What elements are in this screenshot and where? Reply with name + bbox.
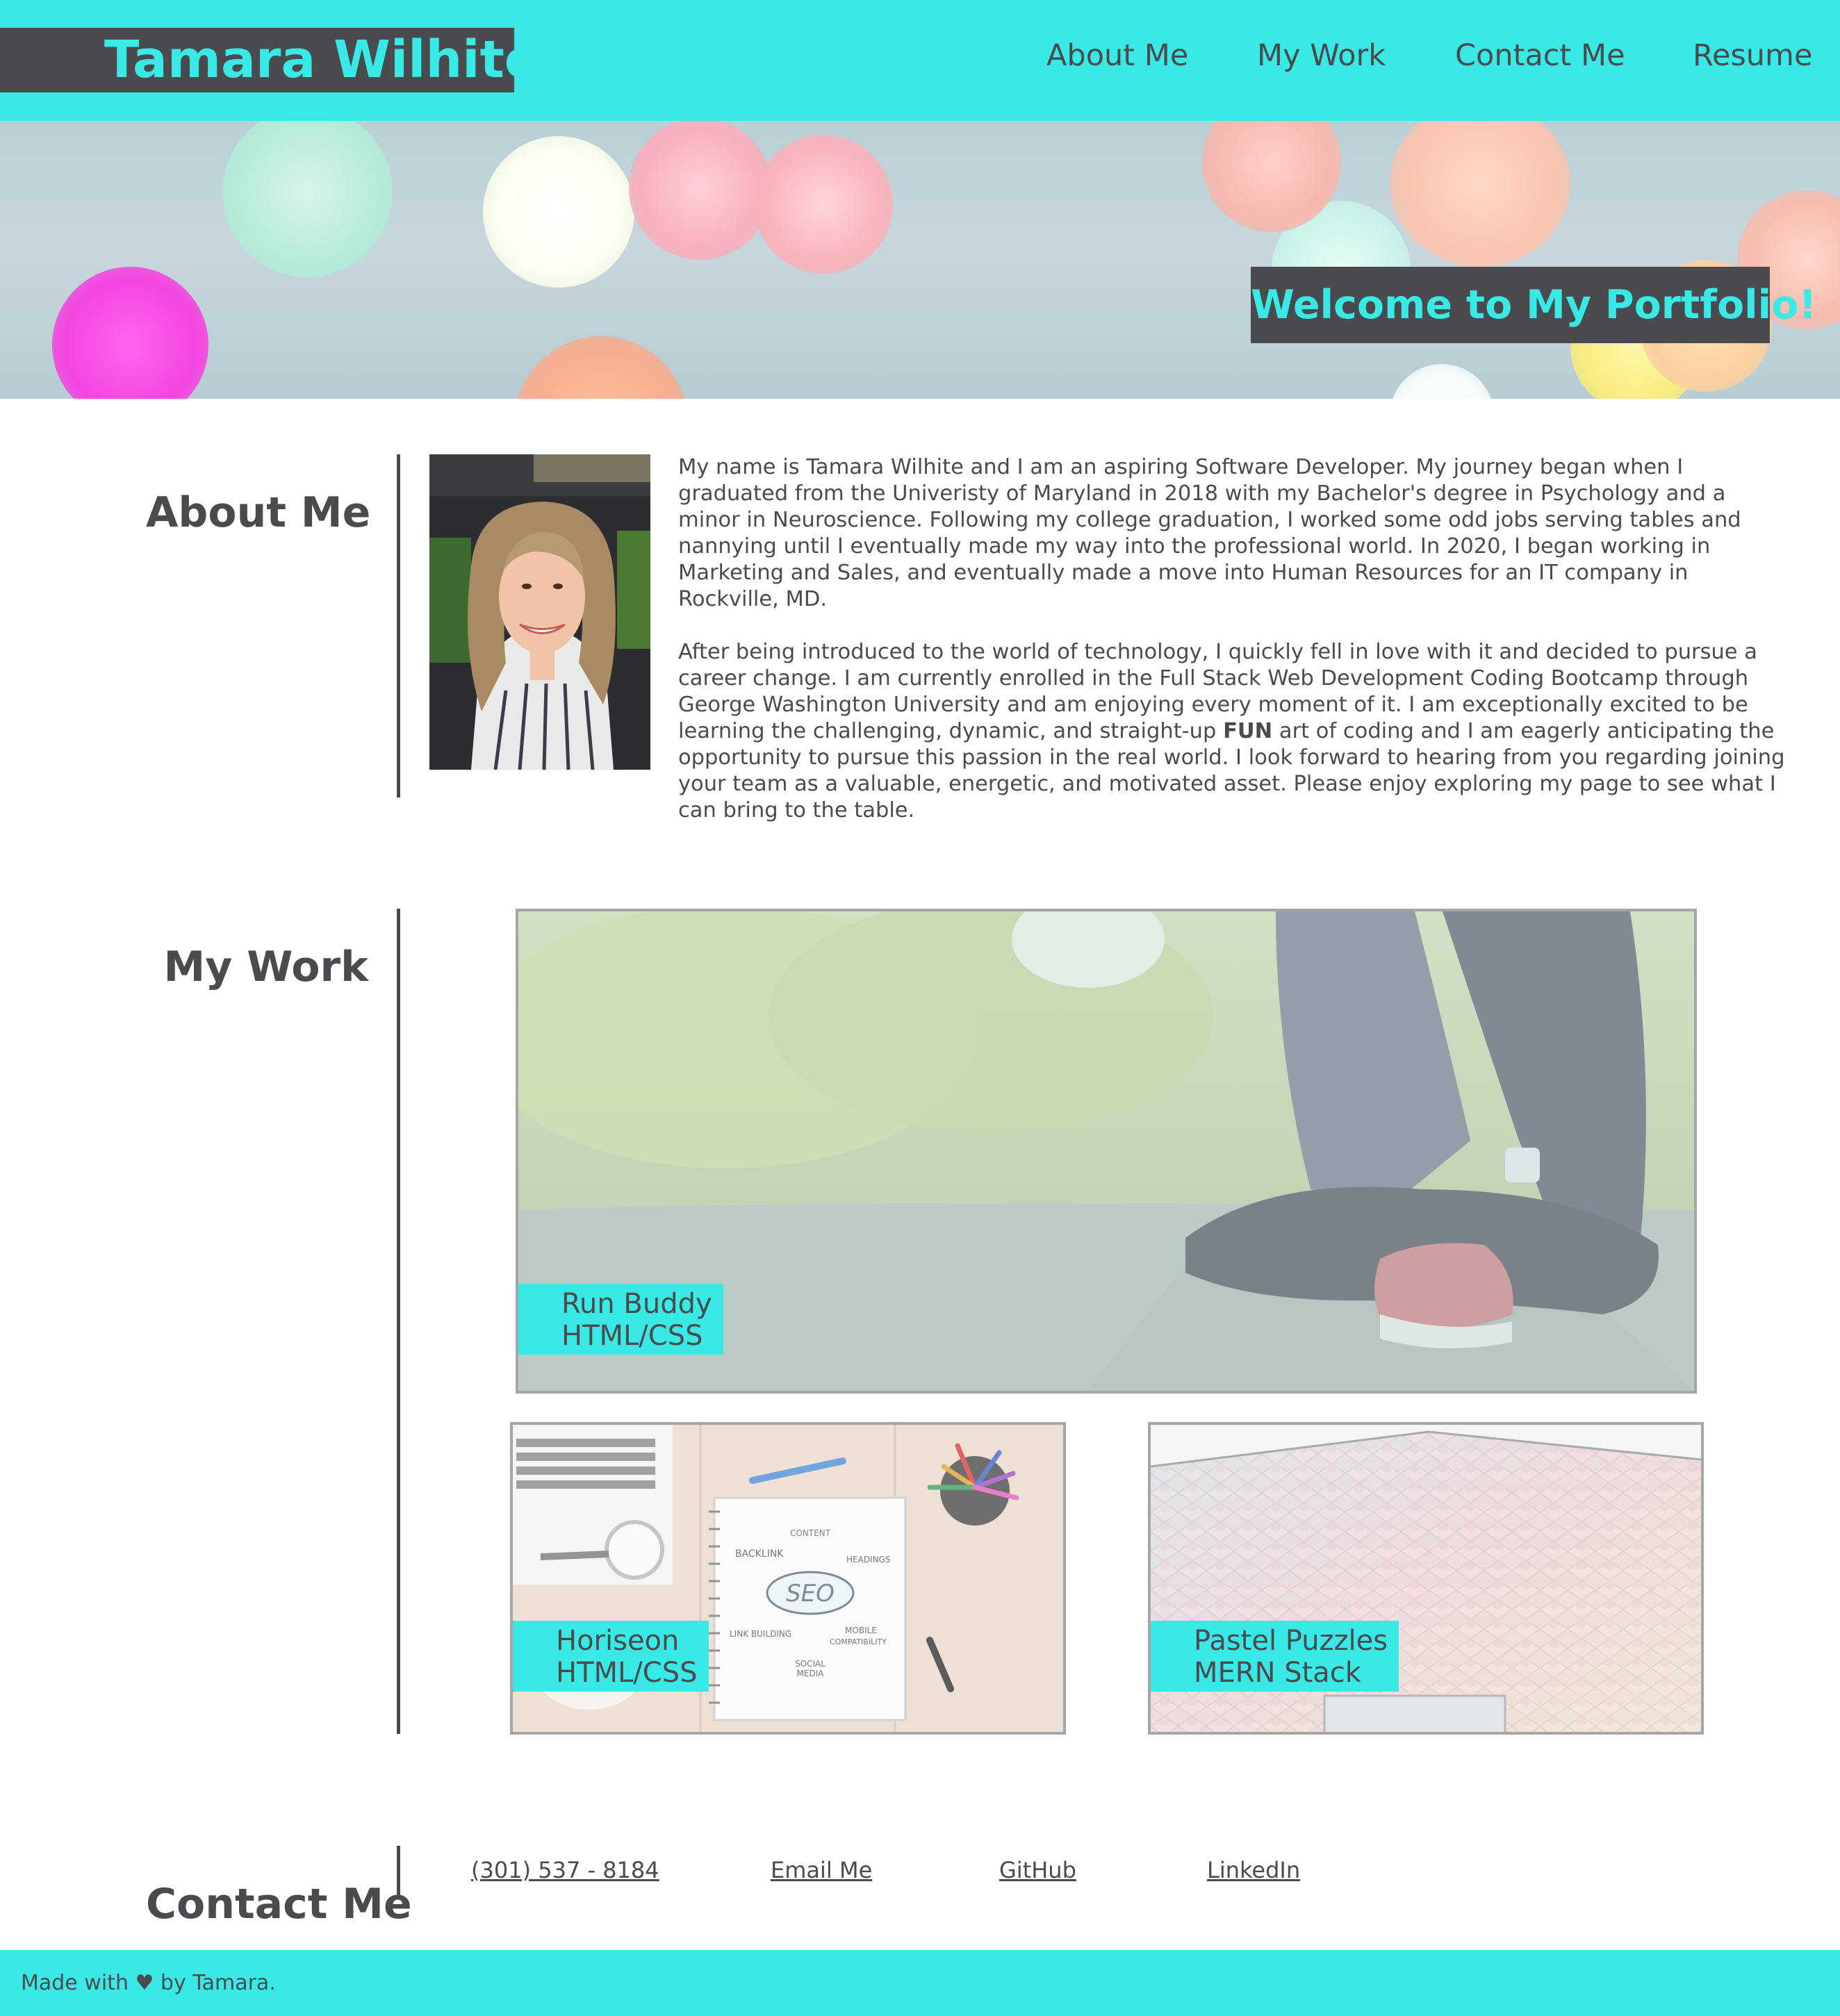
project-card-run-buddy[interactable]: Run Buddy HTML/CSS xyxy=(516,909,1697,1394)
pastel-puzzles-label: Pastel Puzzles MERN Stack xyxy=(1151,1621,1399,1692)
site-brand[interactable]: Tamara Wilhite xyxy=(0,28,539,92)
site-footer: Made with ♥ by Tamara. xyxy=(0,1950,1840,2016)
contact-divider xyxy=(397,1846,400,1896)
contact-me-heading: Contact Me xyxy=(146,1879,412,1928)
contact-github-link[interactable]: GitHub xyxy=(999,1855,1076,1885)
project-card-horiseon[interactable]: SEO CONTENT BACKLINK HEADINGS LINK BUILD… xyxy=(510,1422,1066,1735)
hero-bokeh xyxy=(222,121,393,277)
project-stack: MERN Stack xyxy=(1194,1657,1361,1689)
project-stack: HTML/CSS xyxy=(561,1320,703,1352)
about-paragraph-1: My name is Tamara Wilhite and I am an as… xyxy=(678,455,1741,611)
about-me-heading: About Me xyxy=(146,488,371,537)
hero-bokeh xyxy=(1390,121,1570,267)
profile-photo-art xyxy=(429,454,650,770)
about-paragraph-2: After being introduced to the world of t… xyxy=(678,639,1790,824)
nav-my-work[interactable]: My Work xyxy=(1257,35,1386,76)
hero-banner: Welcome to My Portfolio! xyxy=(0,121,1840,399)
project-card-pastel-puzzles[interactable]: Pastel Puzzles MERN Stack xyxy=(1148,1422,1704,1735)
hero-bokeh xyxy=(629,121,771,260)
hero-bokeh xyxy=(52,267,208,399)
contact-email-link[interactable]: Email Me xyxy=(771,1855,872,1885)
project-name: Pastel Puzzles xyxy=(1194,1625,1388,1657)
hero-bokeh xyxy=(483,136,634,288)
run-buddy-label: Run Buddy HTML/CSS xyxy=(518,1284,723,1355)
hero-bokeh xyxy=(1390,364,1494,399)
nav-resume[interactable]: Resume xyxy=(1693,35,1812,76)
nav-contact-me[interactable]: Contact Me xyxy=(1455,35,1625,76)
project-name: Horiseon xyxy=(556,1625,680,1657)
footer-credit: Made with ♥ by Tamara. xyxy=(21,1971,276,1995)
profile-photo xyxy=(429,454,650,770)
nav-about-me[interactable]: About Me xyxy=(1046,35,1188,76)
contact-phone-link[interactable]: (301) 537 - 8184 xyxy=(471,1855,659,1885)
my-work-heading: My Work xyxy=(163,942,368,991)
work-divider xyxy=(397,909,400,1734)
site-header: Tamara Wilhite About Me My Work Contact … xyxy=(0,0,1840,121)
welcome-banner: Welcome to My Portfolio! xyxy=(1251,267,1816,343)
about-divider xyxy=(397,454,400,798)
horiseon-label: Horiseon HTML/CSS xyxy=(513,1621,709,1692)
hero-bokeh xyxy=(754,135,893,274)
about-fun-emphasis: FUN xyxy=(1223,719,1273,743)
hero-bokeh xyxy=(514,336,688,399)
about-me-text: My name is Tamara Wilhite and I am an as… xyxy=(678,454,1790,850)
project-name: Run Buddy xyxy=(561,1288,712,1320)
project-stack: HTML/CSS xyxy=(556,1657,698,1689)
contact-linkedin-link[interactable]: LinkedIn xyxy=(1207,1855,1300,1885)
